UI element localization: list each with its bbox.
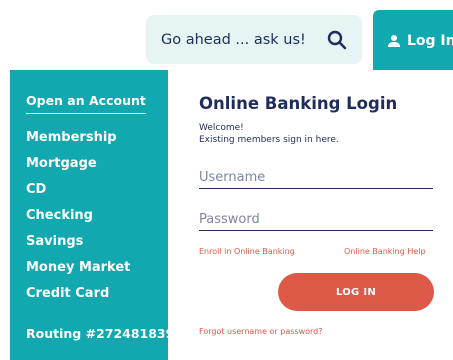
page-title: Online Banking Login (199, 94, 398, 113)
sidebar-item-savings[interactable]: Savings (26, 234, 130, 260)
sidebar-item-credit-card[interactable]: Credit Card (26, 286, 130, 312)
help-link[interactable]: Online Banking Help (344, 247, 426, 256)
enroll-link[interactable]: Enroll in Online Banking (199, 247, 295, 256)
open-account-link[interactable]: Open an Account (26, 93, 146, 114)
routing-number: Routing #272481839 (26, 326, 175, 341)
forgot-credentials-link[interactable]: Forgot username or password? (199, 327, 323, 336)
sidebar-item-mortgage[interactable]: Mortgage (26, 156, 130, 182)
sidebar-item-money-market[interactable]: Money Market (26, 260, 130, 286)
search-prompt: Go ahead ... ask us! (161, 31, 306, 48)
login-tab-button[interactable]: Log In (373, 10, 453, 72)
password-input[interactable] (199, 209, 433, 231)
sidebar-list: Membership Mortgage CD Checking Savings … (26, 130, 130, 312)
header-bar: Go ahead ... ask us! Log In (0, 0, 453, 72)
welcome-text: Welcome! Existing members sign in here. (199, 122, 339, 146)
sidebar-item-membership[interactable]: Membership (26, 130, 130, 156)
login-submit-button[interactable]: LOG IN (278, 273, 434, 311)
search-icon[interactable] (326, 29, 348, 51)
login-tab-label: Log In (407, 33, 453, 49)
user-icon (388, 35, 400, 47)
welcome-line-2: Existing members sign in here. (199, 135, 339, 145)
welcome-line-1: Welcome! (199, 123, 244, 133)
username-input[interactable] (199, 167, 433, 189)
sidebar-item-cd[interactable]: CD (26, 182, 130, 208)
search-box[interactable]: Go ahead ... ask us! (146, 15, 362, 64)
sidebar-nav: Open an Account Membership Mortgage CD C… (10, 70, 174, 360)
login-panel: Online Banking Login Welcome! Existing m… (168, 70, 453, 360)
sidebar-item-checking[interactable]: Checking (26, 208, 130, 234)
